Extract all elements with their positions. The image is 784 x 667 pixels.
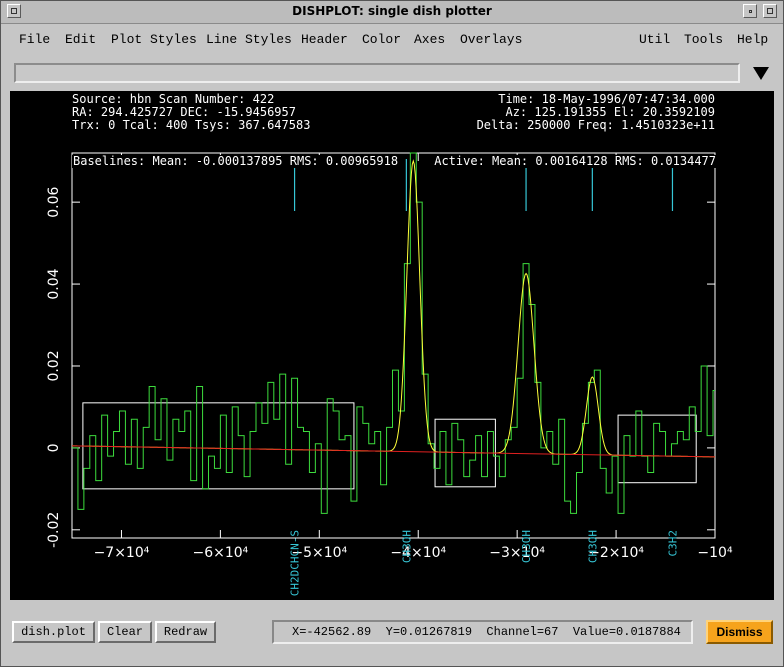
menu-color[interactable]: Color [362, 32, 401, 47]
line-label: C3H2 [666, 530, 679, 557]
menu-edit[interactable]: Edit [65, 32, 96, 47]
dish-plot-button[interactable]: dish.plot [12, 621, 95, 643]
menu-help[interactable]: Help [737, 32, 768, 47]
y-tick-label: 0.06 [46, 186, 62, 217]
redraw-button[interactable]: Redraw [155, 621, 216, 643]
menu-line-styles[interactable]: Line Styles [206, 32, 292, 47]
clear-button[interactable]: Clear [98, 621, 152, 643]
maximize-button[interactable] [763, 4, 777, 18]
y-tick-label: 0.04 [46, 268, 62, 299]
minimize-button[interactable] [743, 4, 757, 18]
maximize-icon [767, 8, 773, 14]
line-label: CH3OH [586, 530, 599, 563]
menu-header[interactable]: Header [301, 32, 348, 47]
active-stats: Active: Mean: 0.00164128 RMS: 0.0134477 [433, 154, 717, 168]
x-tick-label: −4×10⁴ [390, 545, 446, 561]
x-tick-label: −3×10⁴ [489, 545, 545, 561]
menu-axes[interactable]: Axes [414, 32, 445, 47]
dismiss-button[interactable]: Dismiss [706, 620, 773, 644]
plot-canvas[interactable]: Source: hbn Scan Number: 422 RA: 294.425… [10, 91, 774, 600]
baseline-stats: Baselines: Mean: -0.000137895 RMS: 0.009… [72, 154, 400, 168]
title-bar[interactable]: DISHPLOT: single dish plotter [1, 1, 783, 24]
app-window: DISHPLOT: single dish plotter File Edit … [0, 0, 784, 667]
spectrum-series [72, 152, 715, 514]
x-tick-label: −6×10⁴ [192, 545, 248, 561]
line-label: CH3OH [520, 530, 533, 563]
line-label: CH2DCHCN-S [289, 530, 302, 596]
fit-series [71, 159, 716, 458]
command-input[interactable] [14, 63, 740, 83]
window-title: DISHPLOT: single dish plotter [292, 4, 492, 18]
menu-bar: File Edit Plot Styles Line Styles Header… [1, 25, 783, 53]
y-tick-label: 0 [46, 443, 62, 452]
baseline-box [82, 402, 355, 490]
x-tick-label: −10⁴ [697, 545, 733, 561]
menu-plot-styles[interactable]: Plot Styles [111, 32, 197, 47]
menu-util[interactable]: Util [639, 32, 670, 47]
y-tick-label: 0.02 [46, 350, 62, 381]
y-tick-label: -0.02 [46, 512, 62, 548]
x-tick-label: −7×10⁴ [94, 545, 150, 561]
menu-overlays[interactable]: Overlays [460, 32, 522, 47]
cursor-readout: X=-42562.89 Y=0.01267819 Channel=67 Valu… [272, 620, 693, 644]
dropdown-arrow-icon[interactable] [753, 67, 769, 80]
line-label: CH3OH [400, 530, 413, 563]
menu-file[interactable]: File [19, 32, 50, 47]
minimize-icon [749, 10, 752, 13]
menu-tools[interactable]: Tools [684, 32, 723, 47]
